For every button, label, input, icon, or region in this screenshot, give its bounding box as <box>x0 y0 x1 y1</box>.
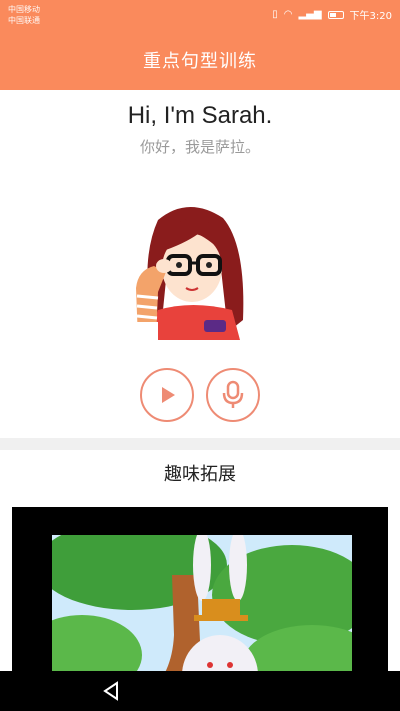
status-icons: ▯ ◠ ▂▄▆ 下午3:20 <box>272 7 392 22</box>
wifi-icon: ◠ <box>283 9 293 20</box>
carrier-name-1: 中国移动 <box>8 5 40 14</box>
audio-controls <box>0 368 400 422</box>
carrier-info: 中国移动 中国联通 <box>8 4 40 26</box>
battery-icon <box>327 10 344 19</box>
play-icon <box>162 387 175 403</box>
clock: 下午3:20 <box>349 11 392 22</box>
extension-title: 趣味拓展 <box>164 464 236 485</box>
signal-icon: ▂▄▆ <box>298 9 322 20</box>
page-title: 重点句型训练 <box>143 51 257 72</box>
app-header: 重点句型训练 <box>0 30 400 90</box>
carrier-name-2: 中国联通 <box>8 16 40 25</box>
record-button[interactable] <box>206 368 260 422</box>
sentence-block: Hi, I'm Sarah. 你好，我是萨拉。 <box>0 96 400 157</box>
vibrate-icon: ▯ <box>272 9 278 20</box>
system-nav-bar <box>0 671 400 711</box>
sentence-chinese: 你好，我是萨拉。 <box>139 138 260 156</box>
section-divider <box>0 438 400 450</box>
status-bar: 中国移动 中国联通 ▯ ◠ ▂▄▆ 下午3:20 <box>0 0 400 30</box>
play-button[interactable] <box>140 368 194 422</box>
girl-with-glasses-image <box>128 206 244 340</box>
sarah-illustration <box>128 200 252 340</box>
sentence-english: Hi, I'm Sarah. <box>127 102 273 129</box>
back-triangle-icon[interactable] <box>100 680 122 702</box>
microphone-icon <box>222 380 244 408</box>
